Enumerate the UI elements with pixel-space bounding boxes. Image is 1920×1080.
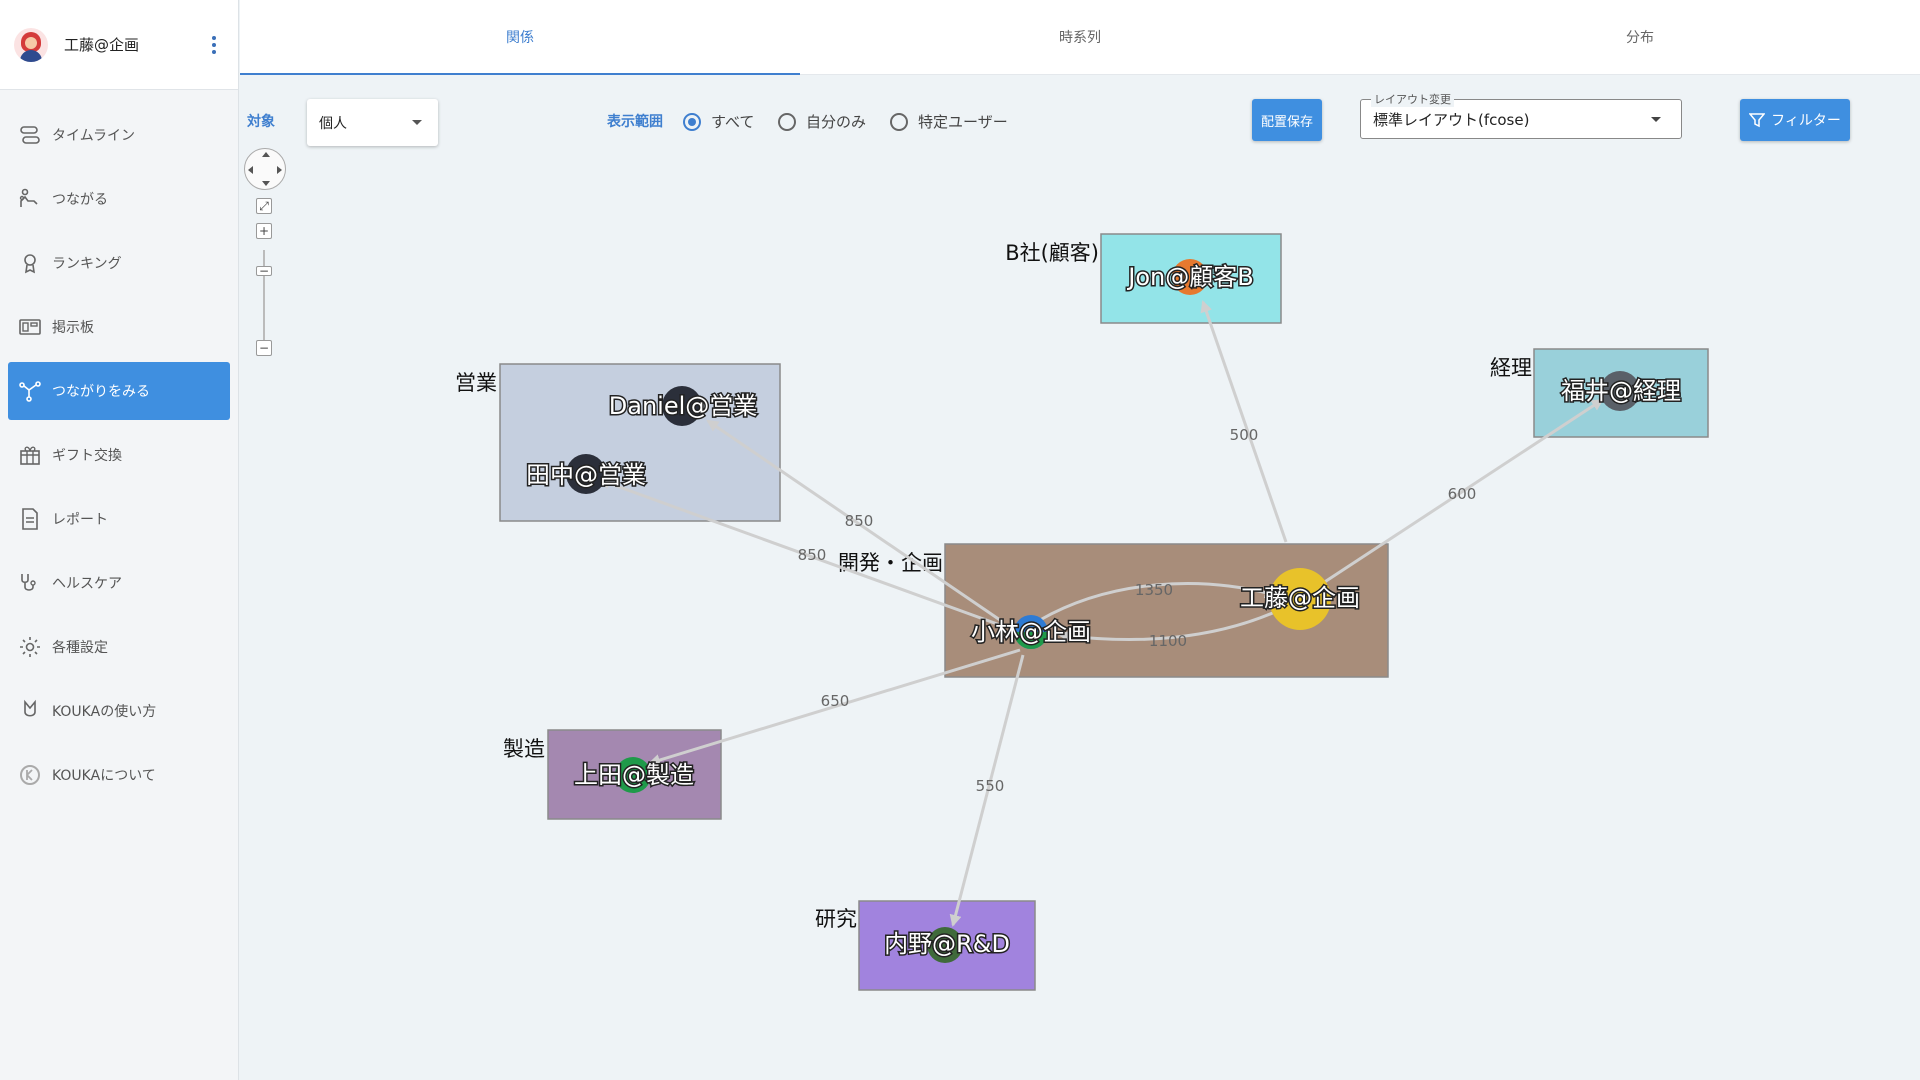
layout-select-legend: レイアウト変更 bbox=[1371, 91, 1454, 107]
sidebar-item-label: つながりをみる bbox=[52, 384, 150, 400]
radio-self-only[interactable]: 自分のみ bbox=[778, 111, 866, 132]
health-icon bbox=[18, 571, 42, 595]
report-icon bbox=[18, 507, 42, 531]
sidebar-item-guide[interactable]: KOUKAの使い方 bbox=[8, 682, 230, 740]
edge-label-kobayashi-uchino: 550 bbox=[976, 777, 1005, 795]
radio-all[interactable]: すべて bbox=[683, 111, 754, 132]
view-tabs: 関係 時系列 分布 bbox=[240, 0, 1920, 75]
node-label-kudo: 工藤@企画 bbox=[1240, 584, 1360, 612]
board-icon bbox=[18, 315, 42, 339]
group-label-manufacturing: 製造 bbox=[503, 737, 545, 761]
node-label-jon: Jon@顧客B bbox=[1126, 263, 1253, 291]
radio-specific-user-label: 特定ユーザー bbox=[918, 113, 1008, 131]
radio-specific-user[interactable]: 特定ユーザー bbox=[890, 111, 1008, 132]
radio-self-only-label: 自分のみ bbox=[806, 113, 867, 131]
target-label: 対象 bbox=[247, 114, 275, 130]
sidebar-item-settings[interactable]: 各種設定 bbox=[8, 618, 230, 676]
network-graph[interactable]: B社(顧客) 営業 経理 開発・企画 製造 研究 500 600 850 850… bbox=[240, 150, 1920, 1080]
ranking-icon bbox=[18, 251, 42, 275]
group-label-accounting: 経理 bbox=[1490, 356, 1532, 380]
sidebar-item-label: レポート bbox=[52, 512, 108, 528]
sidebar-item-label: ランキング bbox=[52, 256, 122, 272]
filter-icon bbox=[1749, 113, 1766, 128]
sidebar-item-label: タイムライン bbox=[52, 128, 136, 144]
kouka-logo-icon bbox=[18, 763, 42, 787]
sidebar-item-label: 各種設定 bbox=[52, 640, 108, 656]
guide-icon bbox=[18, 699, 42, 723]
sidebar-item-label: つながる bbox=[52, 192, 108, 208]
save-layout-button[interactable]: 配置保存 bbox=[1252, 99, 1322, 141]
gift-icon bbox=[18, 443, 42, 467]
avatar[interactable] bbox=[14, 27, 48, 62]
more-menu-icon[interactable] bbox=[212, 36, 216, 54]
edge-label-kobayashi-daniel: 850 bbox=[845, 512, 874, 530]
node-label-ueda: 上田@製造 bbox=[574, 761, 694, 789]
edge-label-kobayashi-kudo: 1350 bbox=[1135, 581, 1173, 599]
timeline-icon bbox=[18, 123, 42, 147]
filter-button-label: フィルター bbox=[1771, 113, 1841, 129]
layout-select-value: 標準レイアウト(fcose) bbox=[1373, 110, 1530, 129]
edge-label-kobayashi-ueda: 650 bbox=[821, 692, 850, 710]
sidebar-item-label: KOUKAの使い方 bbox=[52, 704, 157, 720]
edge-kudo-jon[interactable] bbox=[1200, 300, 1288, 543]
sidebar-item-label: ヘルスケア bbox=[52, 576, 122, 592]
sidebar-item-board[interactable]: 掲示板 bbox=[8, 298, 230, 356]
edge-label-kobayashi-tanaka: 850 bbox=[798, 546, 827, 564]
caret-down-icon bbox=[412, 120, 422, 125]
filter-button[interactable]: フィルター bbox=[1740, 99, 1850, 141]
edge-label-kudo-jon: 500 bbox=[1230, 426, 1259, 444]
node-label-fukui: 福井@経理 bbox=[1561, 377, 1681, 405]
sidebar-item-gift[interactable]: ギフト交換 bbox=[8, 426, 230, 484]
sidebar-menu: タイムライン つながる ランキング 掲示板 つながりをみる ギフト交換 レポート bbox=[0, 90, 238, 804]
gear-icon bbox=[18, 635, 42, 659]
node-label-kobayashi: 小林@企画 bbox=[971, 618, 1091, 646]
sidebar-item-health[interactable]: ヘルスケア bbox=[8, 554, 230, 612]
sidebar-item-network[interactable]: つながりをみる bbox=[8, 362, 230, 420]
sidebar: 工藤@企画 タイムライン つながる ランキング 掲示板 つながりをみる ギフト交… bbox=[0, 0, 239, 1080]
radio-checked-icon bbox=[683, 112, 701, 131]
node-label-tanaka: 田中@営業 bbox=[526, 461, 646, 489]
group-label-sales: 営業 bbox=[455, 371, 497, 395]
sidebar-item-about[interactable]: KOUKAについて bbox=[8, 746, 230, 804]
sidebar-item-label: ギフト交換 bbox=[52, 448, 122, 464]
sidebar-item-timeline[interactable]: タイムライン bbox=[8, 106, 230, 164]
node-label-daniel: Daniel@営業 bbox=[609, 392, 758, 420]
caret-down-icon bbox=[1651, 117, 1661, 122]
edge-label-kudo-fukui: 600 bbox=[1448, 485, 1477, 503]
target-select[interactable]: 個人 bbox=[307, 99, 438, 146]
group-label-b-customer: B社(顧客) bbox=[1005, 241, 1099, 265]
target-select-value: 個人 bbox=[319, 115, 347, 132]
tab-distribution[interactable]: 分布 bbox=[1360, 0, 1920, 74]
group-label-research: 研究 bbox=[815, 907, 857, 931]
sidebar-item-report[interactable]: レポート bbox=[8, 490, 230, 548]
node-label-uchino: 内野@R&D bbox=[884, 930, 1010, 958]
range-label: 表示範囲 bbox=[607, 114, 663, 130]
radio-all-label: すべて bbox=[711, 113, 755, 131]
sidebar-item-label: KOUKAについて bbox=[52, 768, 156, 784]
sidebar-item-connect[interactable]: つながる bbox=[8, 170, 230, 228]
radio-unchecked-icon bbox=[890, 112, 908, 131]
sidebar-item-label: 掲示板 bbox=[52, 320, 94, 336]
tab-relation[interactable]: 関係 bbox=[240, 0, 800, 75]
layout-select[interactable]: レイアウト変更 標準レイアウト(fcose) bbox=[1360, 91, 1682, 139]
tab-timeseries[interactable]: 時系列 bbox=[800, 0, 1360, 74]
user-name: 工藤@企画 bbox=[64, 36, 140, 54]
connect-icon bbox=[18, 187, 42, 211]
radio-unchecked-icon bbox=[778, 112, 796, 131]
sidebar-item-ranking[interactable]: ランキング bbox=[8, 234, 230, 292]
network-icon bbox=[18, 379, 42, 403]
user-header: 工藤@企画 bbox=[0, 0, 238, 90]
edge-label-kudo-kobayashi: 1100 bbox=[1149, 632, 1187, 650]
